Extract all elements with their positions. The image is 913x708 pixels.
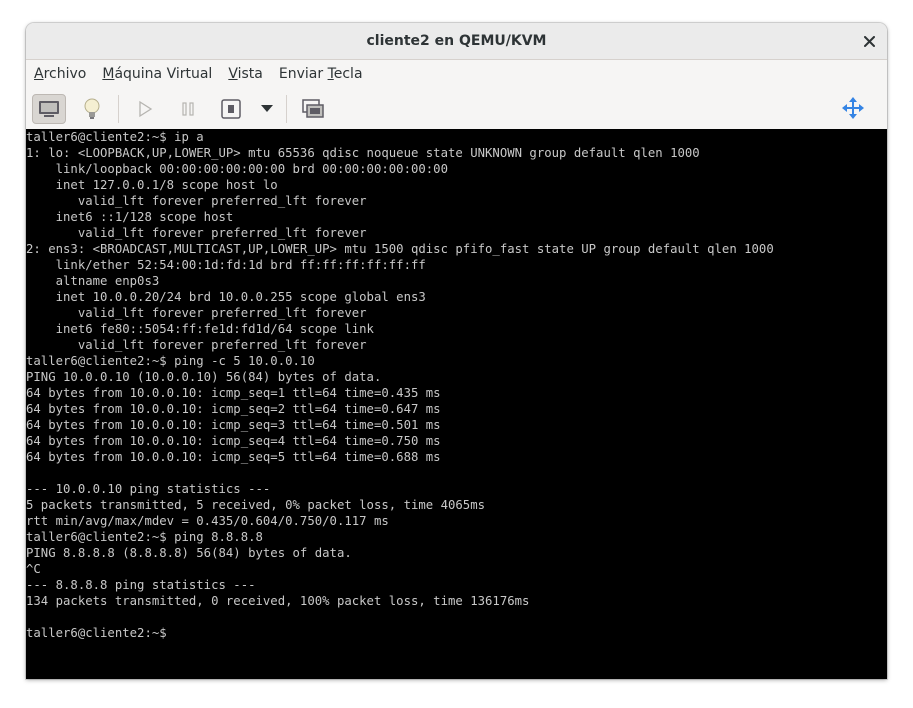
screenshot-icon [302,98,324,118]
menu-maquina-virtual[interactable]: Máquina Virtual [102,66,212,82]
vm-window: cliente2 en QEMU/KVM Archivo Máquina Vir… [26,23,887,679]
dropdown-arrow-icon [261,104,273,112]
console-line: PING 8.8.8.8 (8.8.8.8) 56(84) bytes of d… [26,546,352,560]
vm-console-display[interactable]: taller6@cliente2:~$ ip a 1: lo: <LOOPBACK… [26,129,887,679]
console-line: rtt min/avg/max/mdev = 0.435/0.604/0.750… [26,514,389,528]
console-line: altname enp0s3 [26,274,160,288]
power-icon [221,98,241,119]
console-line: inet 10.0.0.20/24 brd 10.0.0.255 scope g… [26,290,426,304]
console-line: 64 bytes from 10.0.0.10: icmp_seq=1 ttl=… [26,386,441,400]
menu-archivo[interactable]: Archivo [34,66,86,82]
console-line: 64 bytes from 10.0.0.10: icmp_seq=4 ttl=… [26,434,441,448]
console-line: 134 packets transmitted, 0 received, 100… [26,594,530,608]
console-line: link/loopback 00:00:00:00:00:00 brd 00:0… [26,162,448,176]
console-line: valid_lft forever preferred_lft forever [26,226,367,240]
console-line: valid_lft forever preferred_lft forever [26,338,367,352]
titlebar[interactable]: cliente2 en QEMU/KVM [26,23,887,60]
console-line: link/ether 52:54:00:1d:fd:1d brd ff:ff:f… [26,258,426,272]
resize-guest-button[interactable] [836,93,870,123]
pause-button[interactable] [171,94,205,124]
console-line: ^C [26,562,41,576]
console-line: inet 127.0.0.1/8 scope host lo [26,178,278,192]
console-line: --- 8.8.8.8 ping statistics --- [26,578,256,592]
console-line: 64 bytes from 10.0.0.10: icmp_seq=3 ttl=… [26,418,441,432]
menu-enviar-tecla[interactable]: Enviar Tecla [279,66,363,82]
fullscreen-button[interactable] [296,94,330,124]
console-line: --- 10.0.0.10 ping statistics --- [26,482,271,496]
close-icon [863,35,875,47]
console-view-button[interactable] [32,93,66,124]
console-line: 64 bytes from 10.0.0.10: icmp_seq=5 ttl=… [26,450,441,464]
toolbar-separator [286,94,287,123]
console-line: taller6@cliente2:~$ [26,626,167,640]
window-title: cliente2 en QEMU/KVM [366,33,547,49]
play-icon [139,100,153,117]
console-line: 1: lo: <LOOPBACK,UP,LOWER_UP> mtu 65536 … [26,146,700,160]
console-line: 5 packets transmitted, 5 received, 0% pa… [26,498,486,512]
console-line: valid_lft forever preferred_lft forever [26,194,367,208]
shutdown-menu-button[interactable] [257,94,277,124]
menu-vista[interactable]: Vista [228,66,263,82]
console-line: inet6 fe80::5054:ff:fe1d:fd1d/64 scope l… [26,322,374,336]
toolbar [26,88,887,130]
console-line: taller6@cliente2:~$ ip a [26,130,204,144]
console-line: taller6@cliente2:~$ ping 8.8.8.8 [26,530,263,544]
console-line: inet6 ::1/128 scope host [26,210,234,224]
console-line: 2: ens3: <BROADCAST,MULTICAST,UP,LOWER_U… [26,242,774,256]
shutdown-button[interactable] [214,94,248,124]
resize-icon [842,97,864,119]
console-line: 64 bytes from 10.0.0.10: icmp_seq=2 ttl=… [26,402,441,416]
monitor-icon [39,100,59,117]
toolbar-separator [118,94,119,123]
console-line: taller6@cliente2:~$ ping -c 5 10.0.0.10 [26,354,315,368]
details-view-button[interactable] [75,94,109,124]
menubar: Archivo Máquina Virtual Vista Enviar Tec… [26,60,887,88]
run-button[interactable] [128,94,162,124]
lightbulb-icon [84,98,100,119]
console-line: PING 10.0.0.10 (10.0.0.10) 56(84) bytes … [26,370,382,384]
pause-icon [182,101,194,116]
close-button[interactable] [859,31,879,51]
console-line: valid_lft forever preferred_lft forever [26,306,367,320]
